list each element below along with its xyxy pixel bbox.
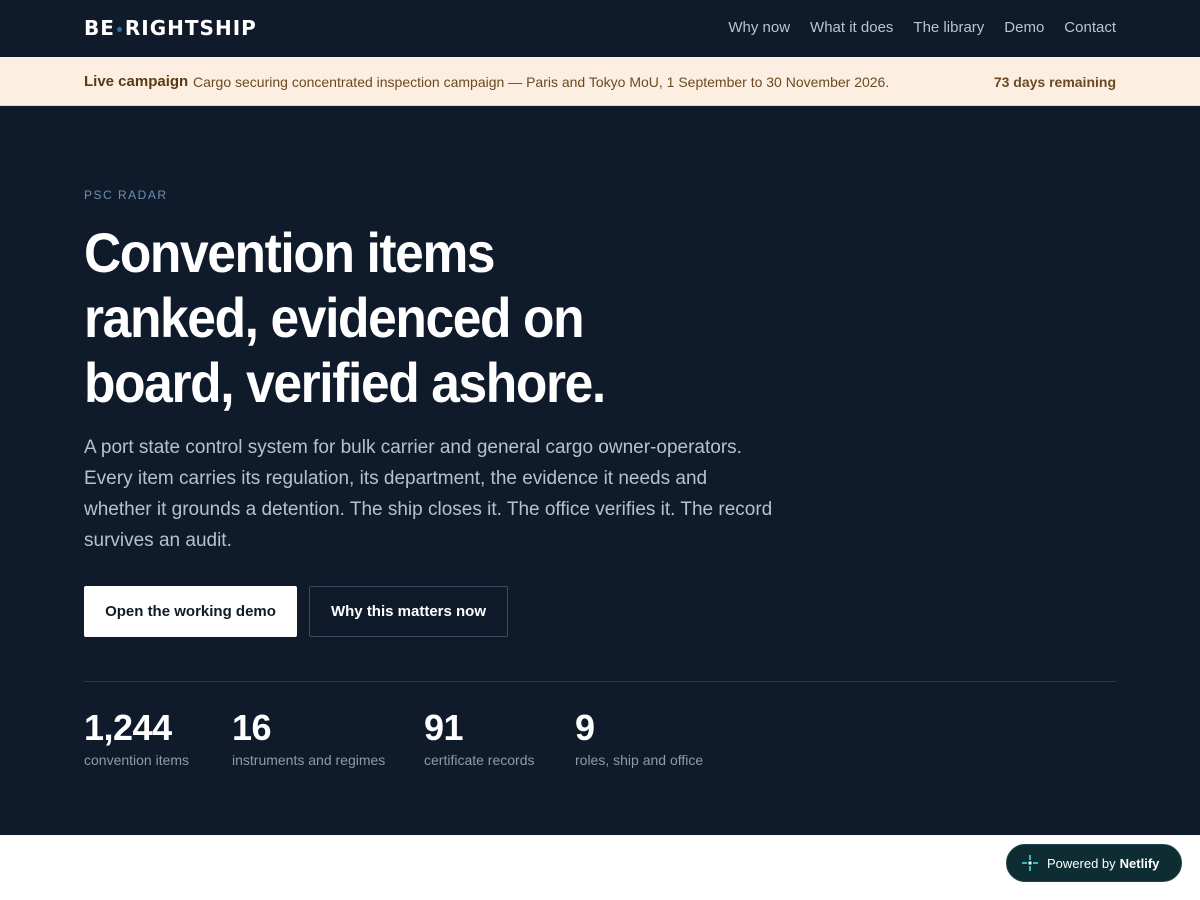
open-demo-button[interactable]: Open the working demo <box>84 586 297 637</box>
banner-message: Cargo securing concentrated inspection c… <box>193 74 890 90</box>
netlify-badge[interactable]: Powered by Netlify <box>1006 844 1182 882</box>
brand-name-right: RIGHTSHIP <box>124 16 257 40</box>
stat-convention-items: 1,244 convention items <box>84 706 189 768</box>
stat-value: 16 <box>232 707 272 748</box>
nav-link-what-it-does[interactable]: What it does <box>810 19 893 36</box>
nav-link-demo[interactable]: Demo <box>1004 19 1044 36</box>
nav-link-library[interactable]: The library <box>913 19 984 36</box>
netlify-logo-icon <box>1022 855 1038 871</box>
campaign-banner: Live campaign Cargo securing concentrate… <box>0 57 1200 106</box>
stat-value: 91 <box>424 707 464 748</box>
brand-name-left: BE <box>84 16 115 40</box>
hero-description: A port state control system for bulk car… <box>84 437 773 551</box>
top-bar: BE RIGHTSHIP Why now What it does The li… <box>0 0 1200 57</box>
stat-roles: 9 roles, ship and office <box>575 706 703 768</box>
nav-link-why-now[interactable]: Why now <box>728 19 790 36</box>
netlify-badge-prefix: Powered by <box>1047 855 1116 871</box>
brand-logo[interactable]: BE RIGHTSHIP <box>84 16 257 40</box>
main-nav: Why now What it does The library Demo Co… <box>728 19 1116 36</box>
banner-days-remaining: 73 days remaining <box>993 74 1116 90</box>
hero-title: Convention items ranked, evidenced on bo… <box>84 221 606 414</box>
brand-dot-icon <box>116 26 122 32</box>
stat-instruments: 16 instruments and regimes <box>232 706 385 768</box>
stat-caption: instruments and regimes <box>232 752 386 768</box>
stat-value: 1,244 <box>84 707 172 748</box>
hero-section: PSC RADAR Convention items ranked, evide… <box>0 106 1200 835</box>
stats-divider <box>84 681 1116 682</box>
stat-caption: convention items <box>84 752 190 768</box>
stat-caption: certificate records <box>424 752 535 768</box>
stat-caption: roles, ship and office <box>575 752 704 768</box>
why-matters-button[interactable]: Why this matters now <box>309 586 508 637</box>
banner-label: Live campaign <box>84 73 189 90</box>
hero-eyebrow: PSC RADAR <box>84 188 168 202</box>
nav-link-contact[interactable]: Contact <box>1064 19 1116 36</box>
stat-value: 9 <box>575 707 595 748</box>
stat-certificate-records: 91 certificate records <box>424 706 534 768</box>
netlify-badge-name: Netlify <box>1119 855 1160 871</box>
